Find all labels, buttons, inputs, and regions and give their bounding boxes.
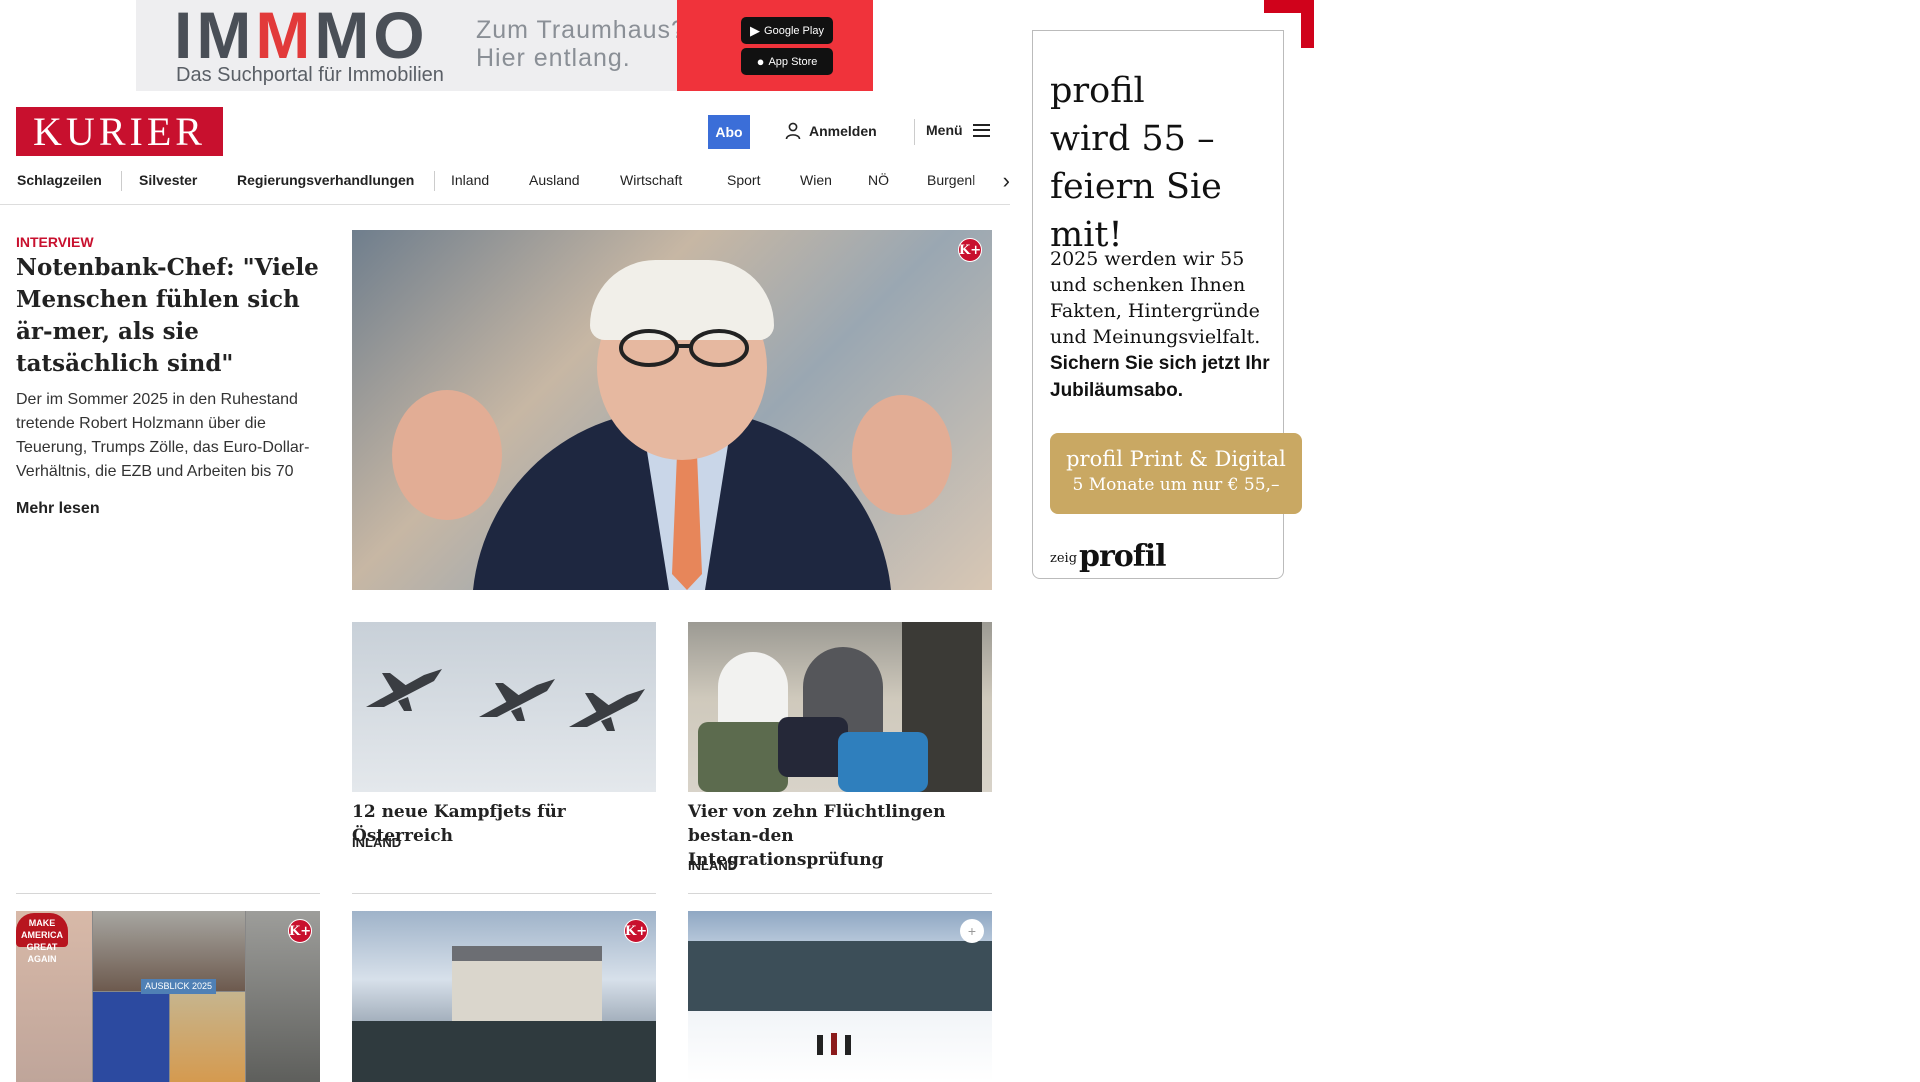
- teaser-image-jets[interactable]: [352, 622, 656, 792]
- plus-icon: +: [960, 919, 984, 943]
- teaser-image-collage[interactable]: MAKE AMERICA GREAT AGAIN AUSBLICK 2025 K…: [16, 911, 320, 1082]
- nav-item-wirtschaft[interactable]: Wirtschaft: [620, 166, 682, 194]
- nav-item-sport[interactable]: Sport: [727, 166, 760, 194]
- nav-scroll-right-icon[interactable]: ›: [970, 166, 1010, 196]
- nav-item-schlagzeilen[interactable]: Schlagzeilen: [17, 166, 102, 194]
- menu-label: Menü: [926, 122, 963, 138]
- teaser-image-hotel[interactable]: K+: [352, 911, 656, 1082]
- hero-figure-hand: [392, 390, 502, 520]
- login-button[interactable]: Anmelden: [785, 122, 877, 140]
- ad-red-panel: [677, 0, 873, 91]
- kplus-badge-icon: K+: [624, 919, 648, 943]
- login-label: Anmelden: [809, 123, 877, 139]
- divider: [352, 893, 656, 894]
- photo-bag: [698, 722, 788, 792]
- lead-image[interactable]: K+: [352, 230, 992, 590]
- play-icon: ▶: [750, 22, 761, 38]
- photo-forest: [688, 941, 992, 1011]
- app-store-button[interactable]: ● App Store: [741, 48, 833, 75]
- photo-trees: [352, 1021, 656, 1082]
- google-play-button[interactable]: ▶ Google Play: [741, 17, 833, 44]
- nav-item-burgenland[interactable]: Burgenl: [927, 166, 975, 194]
- teaser-image-refugees[interactable]: [688, 622, 992, 792]
- user-icon: [785, 122, 801, 140]
- lead-kicker: INTERVIEW: [16, 234, 94, 250]
- jet-icon: [479, 679, 555, 721]
- lead-teaser: Der im Sommer 2025 in den Ruhestand tret…: [16, 391, 310, 480]
- hero-figure-glasses: [619, 329, 749, 367]
- teaser-category[interactable]: INLAND: [352, 835, 401, 850]
- ad-cta-button[interactable]: profil Print & Digital 5 Monate um nur €…: [1050, 433, 1302, 514]
- photo-hikers: [817, 1033, 851, 1055]
- kurier-logo[interactable]: KURIER: [16, 107, 223, 156]
- section-nav: Schlagzeilen Silvester Regierungsverhand…: [0, 166, 1010, 205]
- maga-cap: MAKE AMERICA GREAT AGAIN: [16, 913, 68, 964]
- nav-divider: [434, 171, 435, 191]
- read-more-link[interactable]: Mehr lesen: [16, 500, 100, 518]
- divider: [688, 893, 992, 894]
- ad-slogan: Zum Traumhaus? Hier entlang.: [476, 16, 686, 72]
- profil-logo: profil: [1079, 539, 1166, 574]
- kplus-badge-icon: K+: [958, 238, 982, 262]
- abo-button[interactable]: Abo: [708, 115, 750, 149]
- profil-sidebar-ad[interactable]: profil wird 55 – feiern Sie mit! 2025 we…: [1032, 0, 1314, 579]
- apple-icon: ●: [756, 54, 765, 69]
- hero-figure-hand: [852, 395, 952, 515]
- ad-copy: 2025 werden wir 55 und schenken Ihnen Fa…: [1050, 248, 1270, 401]
- ad-zeig: zeig: [1050, 551, 1078, 566]
- top-banner-ad[interactable]: IMMMO Das Suchportal für Immobilien Zum …: [136, 0, 873, 91]
- ad-tagline: Das Suchportal für Immobilien: [176, 64, 444, 86]
- photo-person: [718, 652, 788, 732]
- collage-panel: [93, 992, 169, 1082]
- kplus-badge-icon: K+: [288, 919, 312, 943]
- nav-item-ausland[interactable]: Ausland: [529, 166, 580, 194]
- menu-button[interactable]: Menü: [926, 122, 990, 138]
- profil-corner-mark: [1264, 0, 1314, 48]
- lead-headline[interactable]: Notenbank-Chef: "Viele Menschen fühlen s…: [16, 252, 326, 380]
- immmo-logo: IMMMO: [174, 0, 429, 72]
- hamburger-icon: [972, 123, 990, 137]
- divider: [16, 893, 320, 894]
- ad-headline: profil wird 55 – feiern Sie mit!: [1050, 71, 1222, 255]
- nav-item-silvester[interactable]: Silvester: [139, 166, 197, 194]
- jet-icon: [366, 669, 442, 711]
- teaser-image-snow[interactable]: +: [688, 911, 992, 1082]
- nav-divider: [121, 171, 122, 191]
- nav-item-regierungsverhandlungen[interactable]: Regierungsverhandlungen: [237, 166, 414, 194]
- photo-bag: [838, 732, 928, 792]
- teaser-category[interactable]: INLAND: [688, 858, 737, 873]
- nav-item-wien[interactable]: Wien: [800, 166, 832, 194]
- nav-item-inland[interactable]: Inland: [451, 166, 489, 194]
- jet-icon: [569, 689, 645, 731]
- collage-panel: [170, 992, 245, 1082]
- header-divider: [914, 119, 915, 145]
- collage-label: AUSBLICK 2025: [141, 979, 217, 994]
- nav-item-noe[interactable]: NÖ: [868, 166, 889, 194]
